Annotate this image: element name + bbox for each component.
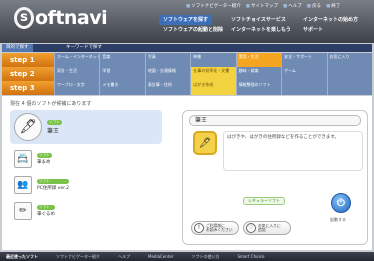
footer-help[interactable]: ヘルプ (118, 254, 130, 260)
main-panel: 現在 4 個のソフトが候補にあります 🖋 ソフト 筆王 📇 ソフト 筆まめ 👥 … (2, 96, 372, 250)
step2-games[interactable]: ゲーム (281, 67, 326, 81)
nav-internet-enjoy[interactable]: インターネットを楽しもう (231, 25, 291, 35)
step2-maps[interactable]: 地図・交通情報 (144, 67, 190, 81)
topnav-help[interactable]: ヘルプ (283, 3, 302, 9)
fudegurume-icon: ✏ (14, 202, 32, 220)
topnav-sitemap[interactable]: サイトマップ (246, 3, 278, 9)
footer-intro[interactable]: ソフトナビゲーター紹介 (56, 254, 100, 260)
nav-internet-start[interactable]: インターネットの始め方 (303, 15, 358, 25)
step-2-label: step 2 (2, 67, 54, 81)
step1-security[interactable]: 安全・サポート (281, 53, 326, 67)
item-name: PC住所録 ver.2 (37, 186, 69, 191)
soft-badge: ソフト (37, 153, 52, 158)
fude-icon: 🖋 (14, 113, 42, 141)
item-name: 筆まめ (37, 160, 51, 165)
step2-household[interactable]: 家計・生活 (54, 67, 99, 81)
step2-learning[interactable]: 学習 (99, 67, 144, 81)
footer-smartchoice[interactable]: Smart Choice (237, 254, 264, 259)
fude-logo-icon: 🖋 (193, 131, 217, 155)
tab-by-keyword[interactable]: キーワードで探す (62, 44, 106, 52)
list-item-fudegurume[interactable]: ✏ ソフト 筆ぐるめ (14, 202, 55, 220)
footer-recent[interactable]: 最近使ったソフト (6, 254, 38, 260)
info-icon: ! (194, 223, 204, 233)
soft-badge: ソフト (37, 205, 55, 210)
step1-video[interactable]: 映像 (190, 53, 235, 67)
step3-postcard[interactable]: はがき作成 (190, 81, 236, 95)
logo: s oftnavi (14, 6, 108, 30)
candidate-count: 現在 4 個のソフトが候補にあります (10, 101, 92, 107)
logo-mark: s (14, 7, 34, 29)
step1-practical-life[interactable]: 実用・生活 (235, 53, 282, 67)
add-favorite-label: お気に入りに 追加 (258, 222, 281, 232)
top-navigation: ソフトナビゲーター紹介 サイトマップ ヘルプ 戻る 終了 (186, 3, 340, 9)
step1-photo[interactable]: 写真 (144, 53, 190, 67)
fudemame-icon: 📇 (14, 150, 32, 168)
item-name: 筆ぐるめ (37, 212, 55, 217)
step1-favorites[interactable]: お気に入り (326, 53, 372, 67)
step3-spreadsheet[interactable]: 表計算・住所 (144, 81, 190, 95)
list-item-fude[interactable]: 🖋 ソフト 筆王 (14, 113, 62, 141)
step-1-row: step 1 ホーム・インターネット 音楽 写真 映像 実用・生活 安全・サポー… (2, 53, 372, 67)
step1-home-internet[interactable]: ホーム・インターネット (54, 53, 99, 67)
step3-memo[interactable]: メモ書き (99, 81, 144, 95)
add-favorite-button[interactable]: ♡ お気に入りに 追加 (243, 221, 291, 235)
nav-support[interactable]: サポート (303, 25, 323, 35)
step-3-row: step 3 ワープロ・文字 メモ書き 表計算・住所 はがき作成 情報整理のソフ… (2, 81, 372, 95)
detail-description: はがきや、はがきの住所録などを作ることができます。 (223, 131, 363, 171)
app-header: s oftnavi ソフトナビゲーター紹介 サイトマップ ヘルプ 戻る 終了 ソ… (0, 0, 374, 43)
topnav-back[interactable]: 戻る (307, 3, 321, 9)
soft-badge: ソフト (37, 179, 69, 184)
topnav-intro[interactable]: ソフトナビゲーター紹介 (186, 3, 241, 9)
list-item-fudemame[interactable]: 📇 ソフト 筆まめ (14, 150, 52, 168)
step2-hobby[interactable]: 趣味・娯楽 (235, 67, 281, 81)
list-item-address[interactable]: 👥 ソフト PC住所録 ver.2 (14, 176, 69, 194)
step3-empty-1 (281, 81, 326, 95)
step-2-row: step 2 家計・生活 学習 地図・交通情報 仕事の効率化・文書 趣味・娯楽 … (2, 67, 372, 81)
address-icon: 👥 (14, 176, 32, 194)
read-before-use-label: ご利用前に お読みください (206, 222, 233, 232)
footer-howto[interactable]: ソフトの使い方 (191, 254, 219, 260)
nav-software-search[interactable]: ソフトウェアを探す (159, 15, 213, 25)
step-1-label: step 1 (2, 53, 54, 67)
search-tabs: 目的で探す キーワードで探す (2, 44, 372, 52)
regular-soft-tag: レギュラーソフト (243, 197, 285, 205)
footer-bar: 最近使ったソフト ソフトナビゲーター紹介 ヘルプ MediaCenter ソフト… (0, 252, 374, 261)
nav-software-choice[interactable]: ソフトチョイスサービス (231, 15, 286, 25)
step2-work-docs[interactable]: 仕事の効率化・文書 (190, 67, 236, 81)
footer-mediacenter[interactable]: MediaCenter (148, 254, 173, 259)
logo-text: oftnavi (35, 7, 108, 29)
item-name: 筆王 (47, 127, 60, 135)
topnav-exit[interactable]: 終了 (326, 3, 340, 9)
detail-title: 筆王 (189, 115, 361, 126)
heart-icon: ♡ (246, 223, 256, 233)
launch-button[interactable]: ⏻ (331, 193, 351, 213)
read-before-use-button[interactable]: ! ご利用前に お読みください (191, 221, 239, 235)
tab-by-purpose[interactable]: 目的で探す (2, 44, 33, 52)
step2-empty (326, 67, 372, 81)
step1-music[interactable]: 音楽 (99, 53, 144, 67)
main-navigation: ソフトウェアを探す ソフトチョイスサービス インターネットの始め方 ソフトウェア… (153, 15, 374, 43)
step-3-label: step 3 (2, 81, 54, 95)
step3-empty-2 (326, 81, 372, 95)
software-detail-panel: 筆王 🖋 はがきや、はがきの住所録などを作ることができます。 レギュラーソフト … (182, 110, 368, 245)
step3-wordpro[interactable]: ワープロ・文字 (54, 81, 99, 95)
soft-badge: ソフト (47, 119, 62, 125)
step3-info-organize[interactable]: 情報整理のソフト (235, 81, 281, 95)
launch-label: 起動する (330, 217, 346, 222)
nav-software-setup[interactable]: ソフトウェアの起動と削除 (163, 25, 223, 35)
